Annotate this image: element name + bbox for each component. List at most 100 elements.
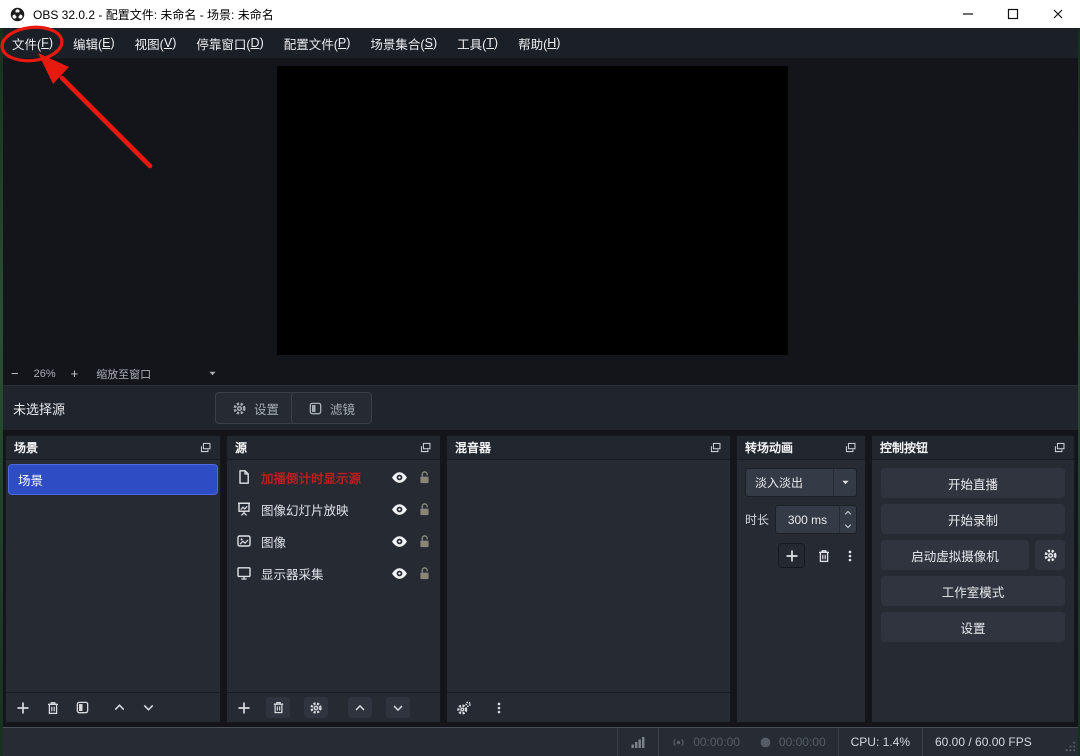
- popout-icon[interactable]: [844, 441, 857, 454]
- gear-icon: [309, 701, 323, 715]
- menu-profile[interactable]: 配置文件(P): [274, 28, 361, 58]
- add-transition-button[interactable]: [778, 543, 805, 568]
- toggle-visibility-button[interactable]: [391, 501, 408, 518]
- studio-mode-button[interactable]: 工作室模式: [881, 576, 1065, 606]
- minimize-icon: [960, 6, 976, 22]
- resize-grip[interactable]: [1058, 728, 1080, 756]
- stream-health-indicator: [617, 728, 658, 756]
- controls-panel-header[interactable]: 控制按钮: [872, 436, 1074, 460]
- scenes-panel-header[interactable]: 场景: [6, 436, 220, 460]
- popout-icon[interactable]: [709, 441, 722, 454]
- duration-decrease-button[interactable]: [840, 520, 856, 534]
- minimize-button[interactable]: [945, 0, 990, 28]
- add-scene-button[interactable]: [15, 700, 31, 716]
- source-filters-button[interactable]: 滤镜: [291, 392, 372, 424]
- source-row[interactable]: 图像幻灯片放映: [227, 494, 440, 524]
- window-title: OBS 32.0.2 - 配置文件: 未命名 - 场景: 未命名: [33, 6, 274, 23]
- sources-panel: 源 加播倒计时显示源 图像幻灯片放映 图像 显示器采集: [226, 435, 441, 723]
- window-edge-left: [0, 28, 3, 756]
- transitions-panel-header[interactable]: 转场动画: [737, 436, 865, 460]
- menu-docks[interactable]: 停靠窗口(D): [186, 28, 273, 58]
- cpu-usage: CPU: 1.4%: [838, 728, 922, 756]
- menu-scene-collection[interactable]: 场景集合(S): [360, 28, 447, 58]
- trash-icon: [45, 700, 61, 716]
- menu-tools[interactable]: 工具(T): [447, 28, 508, 58]
- remove-source-button[interactable]: [266, 697, 290, 718]
- move-source-up-button[interactable]: [348, 697, 372, 718]
- close-button[interactable]: [1035, 0, 1080, 28]
- toggle-visibility-button[interactable]: [391, 533, 408, 550]
- eye-icon: [391, 501, 408, 518]
- controls-panel: 控制按钮 开始直播 开始录制 启动虚拟摄像机 工作室模式 设置: [871, 435, 1075, 723]
- menu-edit[interactable]: 编辑(E): [63, 28, 125, 58]
- scene-filters-button[interactable]: [75, 700, 90, 715]
- maximize-icon: [1005, 6, 1021, 22]
- toggle-visibility-button[interactable]: [391, 565, 408, 582]
- obs-logo-icon: [10, 7, 25, 22]
- record-icon: [759, 736, 772, 749]
- kebab-menu-icon: [492, 701, 506, 715]
- start-recording-button[interactable]: 开始录制: [881, 504, 1065, 534]
- source-row[interactable]: 加播倒计时显示源: [227, 462, 440, 492]
- toggle-lock-button[interactable]: [417, 534, 432, 549]
- scene-list-item[interactable]: 场景: [8, 464, 218, 495]
- start-virtual-camera-button[interactable]: 启动虚拟摄像机: [881, 540, 1029, 570]
- scenes-panel: 场景 场景: [5, 435, 221, 723]
- move-source-down-button[interactable]: [386, 697, 410, 718]
- zoom-level: 26%: [27, 368, 63, 380]
- chevron-down-icon: [840, 477, 851, 488]
- remove-transition-button[interactable]: [816, 548, 832, 564]
- add-source-button[interactable]: [236, 700, 252, 716]
- chevron-up-icon: [353, 701, 367, 715]
- eye-icon: [391, 533, 408, 550]
- sources-panel-header[interactable]: 源: [227, 436, 440, 460]
- remove-scene-button[interactable]: [45, 700, 61, 716]
- plus-icon: [236, 700, 252, 716]
- source-properties-button[interactable]: [304, 697, 328, 718]
- menu-file[interactable]: 文件(F): [2, 28, 63, 58]
- source-row[interactable]: 显示器采集: [227, 558, 440, 588]
- advanced-audio-button[interactable]: [456, 700, 472, 716]
- kebab-menu-icon: [843, 549, 857, 563]
- transition-select[interactable]: 淡入淡出: [745, 468, 857, 497]
- source-properties-button[interactable]: 设置: [215, 392, 296, 424]
- transition-properties-button[interactable]: [843, 549, 857, 563]
- virtual-camera-settings-button[interactable]: [1035, 540, 1065, 570]
- zoom-out-button[interactable]: −: [3, 366, 27, 381]
- menu-view[interactable]: 视图(V): [125, 28, 187, 58]
- preview-canvas[interactable]: [277, 66, 788, 355]
- settings-button[interactable]: 设置: [881, 612, 1065, 642]
- mixer-menu-button[interactable]: [492, 701, 506, 715]
- popout-icon[interactable]: [1053, 441, 1066, 454]
- duration-increase-button[interactable]: [840, 506, 856, 520]
- source-row[interactable]: 图像: [227, 526, 440, 556]
- toggle-lock-button[interactable]: [417, 566, 432, 581]
- menu-help[interactable]: 帮助(H): [508, 28, 570, 58]
- chevron-up-icon: [843, 508, 853, 518]
- trash-icon: [271, 700, 286, 715]
- lock-open-icon: [417, 470, 432, 485]
- mixer-panel-header[interactable]: 混音器: [447, 436, 730, 460]
- duration-spinner[interactable]: 300 ms: [775, 505, 857, 534]
- move-scene-down-button[interactable]: [141, 700, 156, 715]
- toggle-lock-button[interactable]: [417, 502, 432, 517]
- popout-icon[interactable]: [199, 441, 212, 454]
- preview-area[interactable]: [3, 58, 1078, 362]
- toggle-lock-button[interactable]: [417, 470, 432, 485]
- zoom-mode-dropdown[interactable]: 缩放至窗口: [96, 366, 218, 382]
- popout-icon[interactable]: [419, 441, 432, 454]
- zoom-in-button[interactable]: +: [63, 366, 87, 381]
- move-scene-up-button[interactable]: [112, 700, 127, 715]
- start-streaming-button[interactable]: 开始直播: [881, 468, 1065, 498]
- toggle-visibility-button[interactable]: [391, 469, 408, 486]
- monitor-icon: [236, 565, 252, 581]
- fps-indicator: 60.00 / 60.00 FPS: [922, 728, 1058, 756]
- document-icon: [236, 469, 252, 485]
- maximize-button[interactable]: [990, 0, 1035, 28]
- mixer-panel-footer: [447, 692, 730, 722]
- titlebar: OBS 32.0.2 - 配置文件: 未命名 - 场景: 未命名: [0, 0, 1080, 28]
- trash-icon: [816, 548, 832, 564]
- scenes-panel-footer: [6, 692, 220, 722]
- eye-icon: [391, 565, 408, 582]
- combo-dropdown-button[interactable]: [833, 469, 856, 496]
